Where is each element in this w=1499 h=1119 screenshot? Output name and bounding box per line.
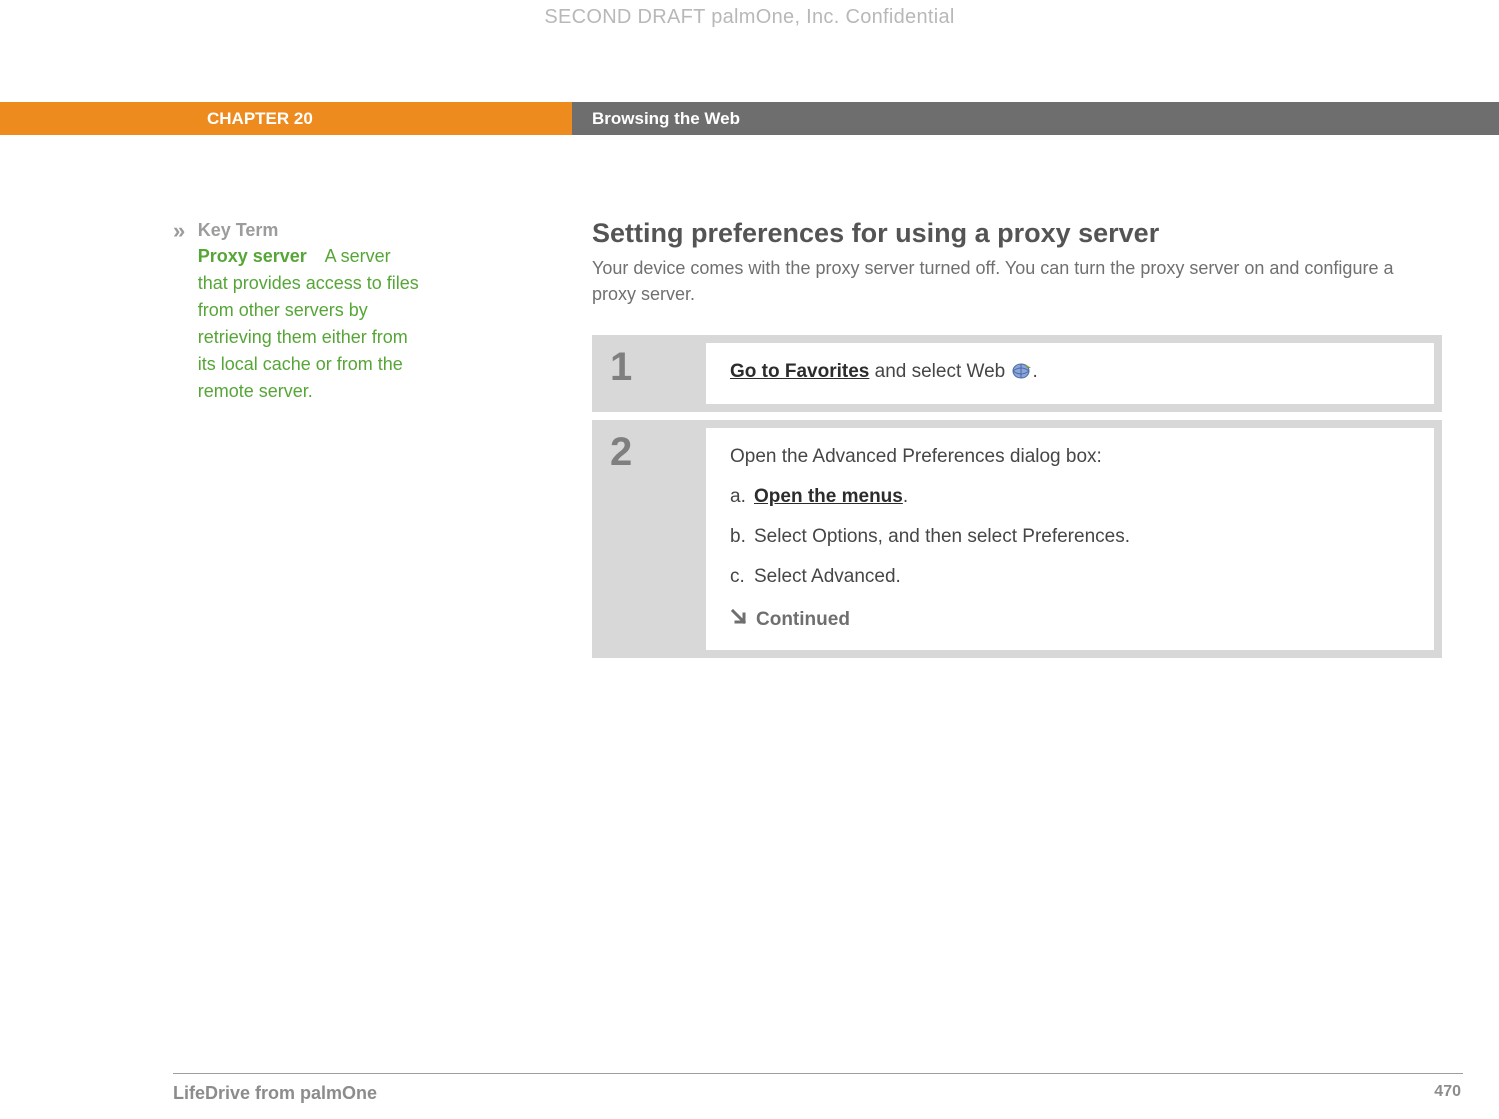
step-1-text: and select Web bbox=[869, 361, 1010, 382]
key-term-sidebar: » Key Term Proxy server A server that pr… bbox=[173, 220, 433, 405]
page: SECOND DRAFT palmOne, Inc. Confidential … bbox=[0, 0, 1499, 1119]
key-term-term: Proxy server bbox=[198, 246, 307, 266]
step-2-lead: Open the Advanced Preferences dialog box… bbox=[730, 446, 1410, 468]
steps-container: 1 Go to Favorites and select Web . 2 bbox=[592, 335, 1442, 658]
step-1: 1 Go to Favorites and select Web . bbox=[592, 335, 1442, 412]
step-1-body: Go to Favorites and select Web . bbox=[706, 335, 1442, 412]
key-term-heading: Key Term bbox=[198, 220, 423, 241]
step-2a-letter: a. bbox=[730, 486, 754, 508]
confidential-watermark: SECOND DRAFT palmOne, Inc. Confidential bbox=[0, 6, 1499, 29]
web-icon bbox=[1011, 362, 1033, 386]
continued-label: Continued bbox=[756, 609, 850, 631]
chapter-bar: CHAPTER 20 Browsing the Web bbox=[0, 102, 1499, 135]
key-term-body: Key Term Proxy server A server that prov… bbox=[198, 220, 423, 405]
step-2: 2 Open the Advanced Preferences dialog b… bbox=[592, 420, 1442, 658]
chapter-title: Browsing the Web bbox=[572, 102, 1499, 135]
step-2a-period: . bbox=[903, 486, 908, 507]
step-2-body: Open the Advanced Preferences dialog box… bbox=[706, 420, 1442, 658]
section-intro: Your device comes with the proxy server … bbox=[592, 255, 1422, 307]
chapter-label: CHAPTER 20 bbox=[0, 102, 572, 135]
continued-arrow-icon bbox=[730, 608, 748, 632]
step-2-number: 2 bbox=[592, 420, 706, 658]
step-2a: a. Open the menus. bbox=[730, 486, 1410, 508]
step-2c-letter: c. bbox=[730, 566, 754, 588]
open-the-menus-link[interactable]: Open the menus bbox=[754, 486, 903, 507]
footer-divider bbox=[173, 1073, 1463, 1074]
main-content: Setting preferences for using a proxy se… bbox=[592, 218, 1442, 666]
step-1-number: 1 bbox=[592, 335, 706, 412]
key-term-text: Proxy server A server that provides acce… bbox=[198, 243, 423, 405]
step-2c-text: Select Advanced. bbox=[754, 566, 901, 588]
footer-page-number: 470 bbox=[1434, 1083, 1461, 1101]
section-title: Setting preferences for using a proxy se… bbox=[592, 218, 1442, 249]
go-to-favorites-link[interactable]: Go to Favorites bbox=[730, 361, 869, 382]
step-2b: b. Select Options, and then select Prefe… bbox=[730, 526, 1410, 548]
step-1-period: . bbox=[1033, 361, 1038, 382]
key-term-marker-icon: » bbox=[173, 220, 185, 241]
step-2c: c. Select Advanced. bbox=[730, 566, 1410, 588]
step-2b-letter: b. bbox=[730, 526, 754, 548]
key-term-definition: A server that provides access to files f… bbox=[198, 246, 419, 401]
footer-product-name: LifeDrive from palmOne bbox=[173, 1083, 377, 1104]
continued-indicator: Continued bbox=[730, 608, 1410, 632]
step-2b-text: Select Options, and then select Preferen… bbox=[754, 526, 1130, 548]
